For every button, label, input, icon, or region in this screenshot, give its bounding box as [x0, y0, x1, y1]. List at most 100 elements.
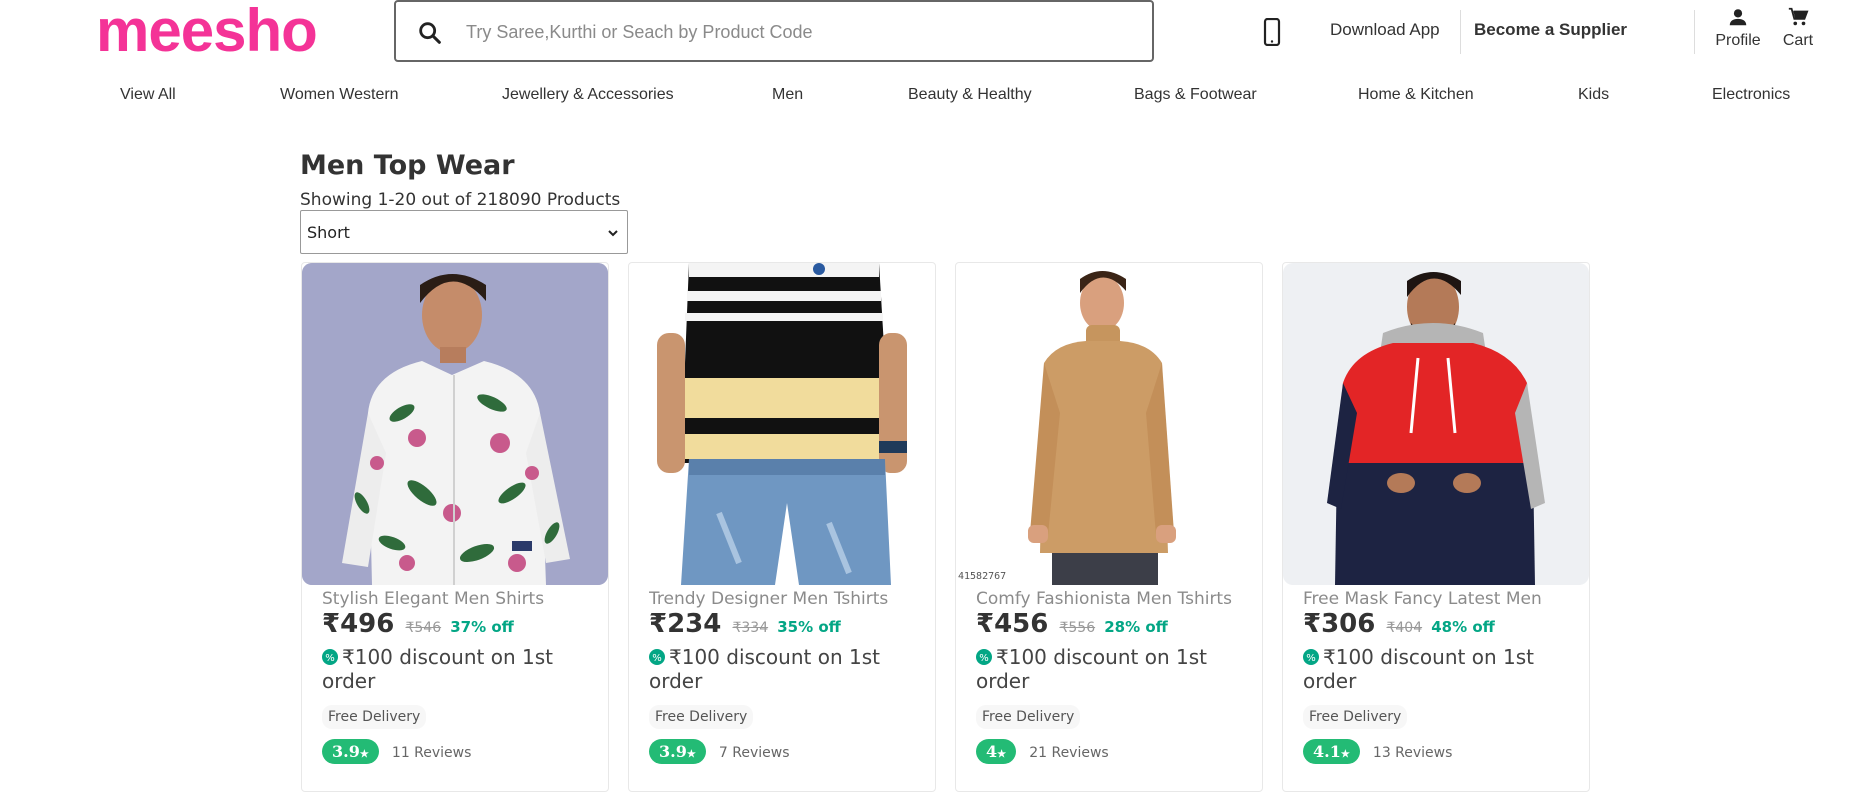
product-mrp: ₹404 [1386, 620, 1423, 636]
product-name[interactable]: Stylish Elegant Men Shirts [322, 589, 602, 609]
free-delivery-badge: Free Delivery [649, 705, 754, 729]
product-card[interactable]: 41582767 Comfy Fashionista Men Tshirts ₹… [955, 262, 1263, 792]
rating-row: 4.1★ 13 Reviews [1303, 739, 1452, 764]
mobile-phone-icon [1263, 18, 1281, 46]
product-mrp: ₹334 [732, 620, 769, 636]
profile-icon [1729, 9, 1747, 26]
nav-item-women-western[interactable]: Women Western [280, 86, 399, 104]
product-name[interactable]: Comfy Fashionista Men Tshirts [976, 589, 1256, 609]
review-count: 11 Reviews [391, 745, 472, 761]
product-image[interactable] [302, 263, 608, 585]
rating-value: 3.9 [659, 742, 687, 761]
price-row: ₹306 ₹404 48% off [1303, 609, 1495, 639]
search-input[interactable] [466, 14, 1126, 50]
search-icon [419, 22, 441, 44]
nav-item-jewellery-accessories[interactable]: Jewellery & Accessories [502, 86, 674, 104]
meesho-logo[interactable]: meesho [96, 0, 318, 62]
cart-label: Cart [1782, 32, 1814, 49]
review-count: 13 Reviews [1372, 745, 1453, 761]
rating-badge: 4.1★ [1303, 739, 1360, 764]
svg-text:%: % [1306, 653, 1316, 664]
results-count: Showing 1-20 out of 218090 Products [300, 190, 621, 210]
search-bar[interactable] [394, 0, 1154, 62]
price-row: ₹456 ₹556 28% off [976, 609, 1168, 639]
product-mrp: ₹556 [1059, 620, 1096, 636]
product-price: ₹234 [649, 609, 722, 639]
sort-dropdown[interactable]: Short [300, 210, 628, 254]
nav-item-bags-footwear[interactable]: Bags & Footwear [1134, 86, 1257, 104]
product-card[interactable]: Stylish Elegant Men Shirts ₹496 ₹546 37%… [301, 262, 609, 792]
product-name[interactable]: Free Mask Fancy Latest Men [1303, 589, 1583, 609]
rating-value: 3.9 [332, 742, 360, 761]
first-order-offer: % ₹100 discount on 1st order [649, 645, 919, 693]
price-row: ₹496 ₹546 37% off [322, 609, 514, 639]
product-code-watermark: 41582767 [958, 571, 1007, 582]
free-delivery-badge: Free Delivery [1303, 705, 1408, 729]
first-order-offer: % ₹100 discount on 1st order [322, 645, 592, 693]
nav-item-view-all[interactable]: View All [120, 86, 176, 104]
sort-selected-value: Short [307, 223, 350, 242]
product-image[interactable]: 41582767 [956, 263, 1262, 585]
rating-row: 3.9★ 7 Reviews [649, 739, 790, 764]
rating-value: 4 [986, 742, 998, 761]
nav-item-beauty-healthy[interactable]: Beauty & Healthy [908, 86, 1032, 104]
first-order-offer-text: ₹100 discount on 1st order [1303, 645, 1534, 693]
free-delivery-badge: Free Delivery [322, 705, 427, 729]
product-price: ₹456 [976, 609, 1049, 639]
svg-text:%: % [979, 653, 989, 664]
first-order-offer: % ₹100 discount on 1st order [1303, 645, 1573, 693]
divider [1694, 10, 1695, 54]
page-title: Men Top Wear [300, 150, 515, 181]
offer-badge-icon: % [976, 649, 992, 665]
product-price: ₹496 [322, 609, 395, 639]
first-order-offer-text: ₹100 discount on 1st order [322, 645, 553, 693]
star-icon: ★ [686, 749, 696, 760]
first-order-offer-text: ₹100 discount on 1st order [649, 645, 880, 693]
rating-row: 3.9★ 11 Reviews [322, 739, 471, 764]
cart-icon [1788, 7, 1809, 26]
rating-value: 4.1 [1313, 742, 1341, 761]
nav-item-men[interactable]: Men [772, 86, 803, 104]
profile-label: Profile [1715, 32, 1761, 49]
star-icon: ★ [359, 749, 369, 760]
review-count: 21 Reviews [1029, 745, 1109, 761]
download-app-link[interactable]: Download App [1330, 20, 1440, 40]
category-nav: View All Women Western Jewellery & Acces… [0, 86, 1875, 112]
svg-text:%: % [652, 653, 662, 664]
product-image[interactable] [629, 263, 935, 585]
product-card[interactable]: Free Mask Fancy Latest Men ₹306 ₹404 48%… [1282, 262, 1590, 792]
discount-percent: 48% off [1431, 618, 1495, 636]
review-count: 7 Reviews [718, 745, 790, 761]
chevron-down-icon [608, 230, 618, 237]
become-supplier-link[interactable]: Become a Supplier [1474, 20, 1627, 40]
star-icon: ★ [997, 749, 1007, 760]
offer-badge-icon: % [322, 649, 338, 665]
offer-badge-icon: % [649, 649, 665, 665]
discount-percent: 35% off [777, 618, 841, 636]
product-image[interactable] [1283, 263, 1589, 585]
rating-badge: 3.9★ [322, 739, 379, 764]
header: meesho Download App Become a Supplier Pr… [0, 0, 1875, 68]
svg-text:%: % [325, 653, 335, 664]
product-name[interactable]: Trendy Designer Men Tshirts [649, 589, 929, 609]
nav-item-kids[interactable]: Kids [1578, 86, 1609, 104]
nav-item-home-kitchen[interactable]: Home & Kitchen [1358, 86, 1474, 104]
rating-badge: 3.9★ [649, 739, 706, 764]
first-order-offer: % ₹100 discount on 1st order [976, 645, 1246, 693]
star-icon: ★ [1340, 749, 1350, 760]
free-delivery-badge: Free Delivery [976, 705, 1081, 729]
divider [1460, 10, 1461, 54]
product-mrp: ₹546 [405, 620, 442, 636]
profile-button[interactable]: Profile [1710, 6, 1766, 50]
cart-button[interactable]: Cart [1770, 6, 1826, 50]
product-card[interactable]: Trendy Designer Men Tshirts ₹234 ₹334 35… [628, 262, 936, 792]
first-order-offer-text: ₹100 discount on 1st order [976, 645, 1207, 693]
rating-badge: 4★ [976, 739, 1017, 764]
offer-badge-icon: % [1303, 649, 1319, 665]
discount-percent: 28% off [1104, 618, 1168, 636]
rating-row: 4★ 21 Reviews [976, 739, 1109, 764]
price-row: ₹234 ₹334 35% off [649, 609, 841, 639]
product-price: ₹306 [1303, 609, 1376, 639]
nav-item-electronics[interactable]: Electronics [1712, 86, 1790, 104]
discount-percent: 37% off [450, 618, 514, 636]
